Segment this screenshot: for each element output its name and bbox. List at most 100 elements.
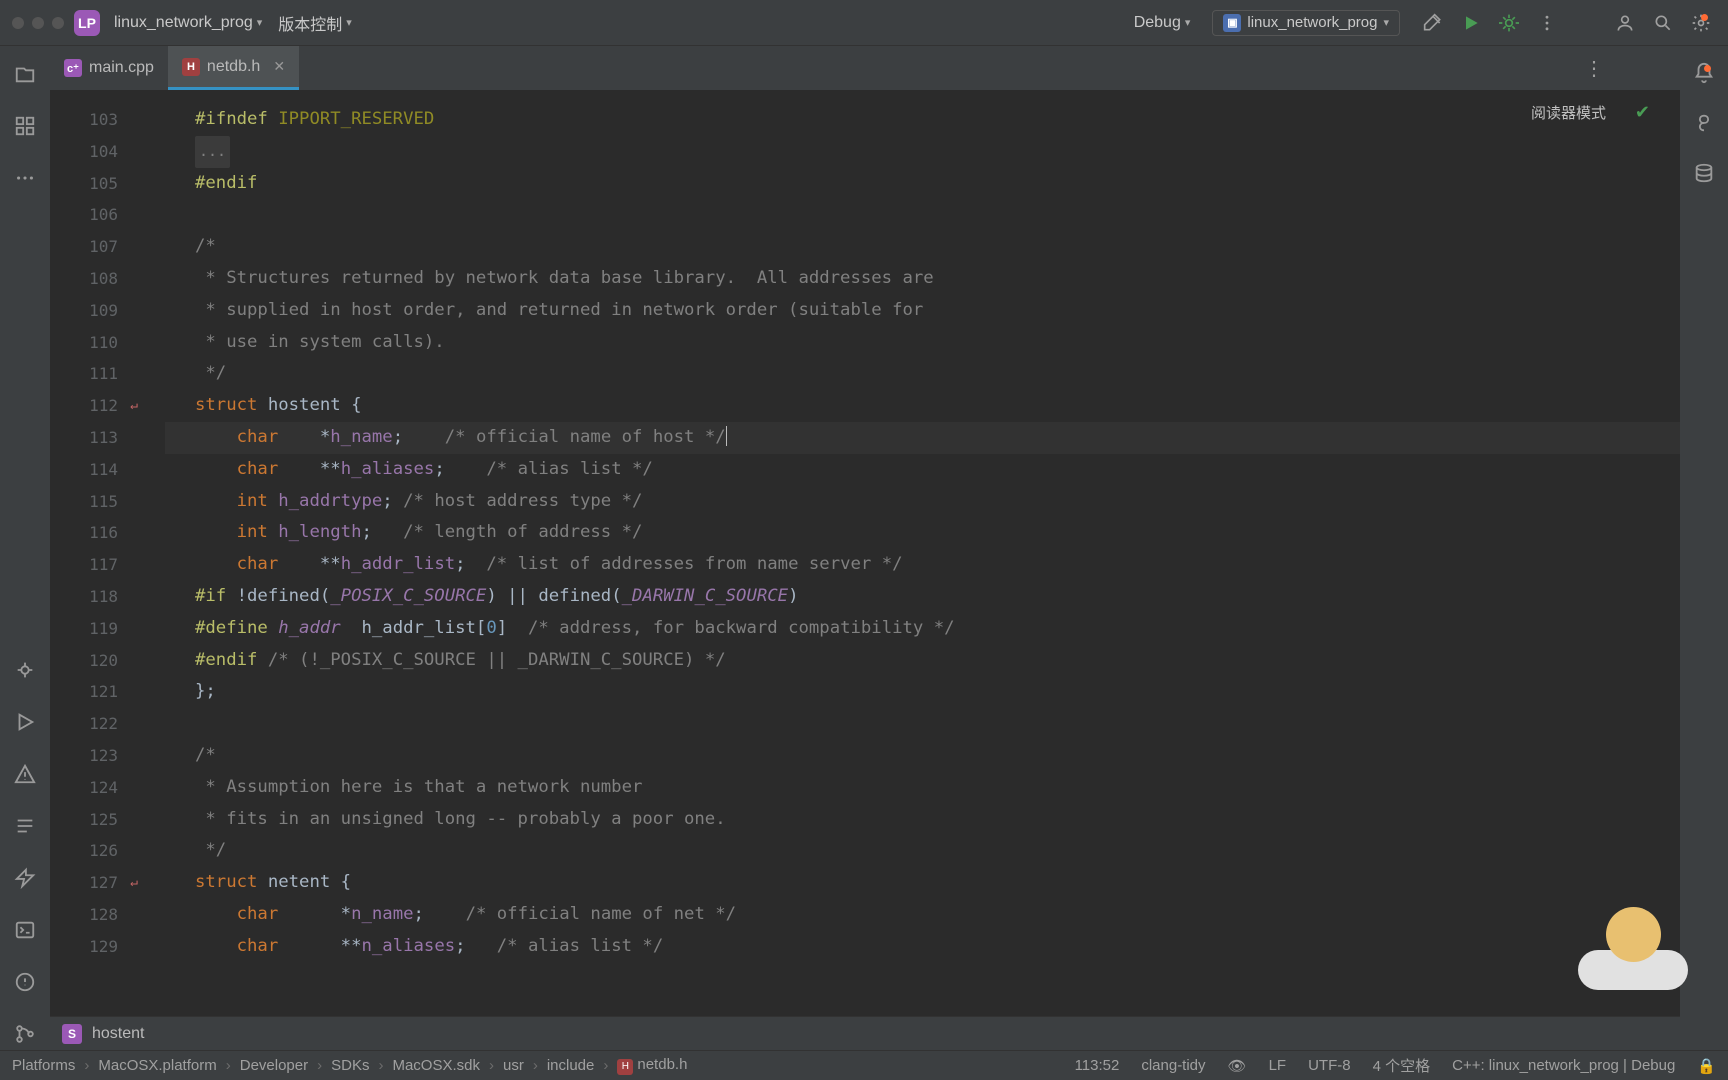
close-window-icon[interactable] (12, 17, 24, 29)
more-menu-icon[interactable] (1528, 8, 1566, 38)
code-line[interactable]: /* (165, 740, 1680, 772)
code-line[interactable]: #define h_addr h_addr_list[0] /* address… (165, 613, 1680, 645)
structure-tool-icon[interactable] (9, 110, 41, 142)
encoding[interactable]: UTF-8 (1308, 1057, 1351, 1074)
run-config-selector[interactable]: ▣ linux_network_prog ▾ (1212, 10, 1400, 36)
code-line[interactable]: */ (165, 358, 1680, 390)
minimize-window-icon[interactable] (32, 17, 44, 29)
crumb-segment[interactable]: SDKs (331, 1057, 369, 1074)
events-tool-icon[interactable] (9, 966, 41, 998)
build-config-selector[interactable]: Debug ▾ (1126, 10, 1199, 36)
code-line[interactable]: struct hostent { (165, 390, 1680, 422)
code-line[interactable]: #ifndef IPPORT_RESERVED (165, 104, 1680, 136)
line-number[interactable]: 107 (50, 231, 140, 263)
code-line[interactable]: #endif (165, 168, 1680, 200)
line-separator[interactable]: LF (1269, 1057, 1287, 1074)
code-line[interactable]: */ (165, 835, 1680, 867)
services-tool-icon[interactable] (9, 862, 41, 894)
code-line[interactable]: char **n_aliases; /* alias list */ (165, 931, 1680, 963)
line-number[interactable]: 124 (50, 772, 140, 804)
caret-position[interactable]: 113:52 (1075, 1057, 1120, 1074)
more-tools-icon[interactable] (9, 162, 41, 194)
line-number[interactable]: 113 (50, 422, 140, 454)
code-editor[interactable]: 阅读器模式 ✔ 10310410510610710810911011111211… (50, 90, 1680, 1020)
line-number[interactable]: 109 (50, 295, 140, 327)
line-number[interactable]: 125 (50, 804, 140, 836)
build-button[interactable] (1414, 8, 1452, 38)
settings-icon[interactable] (1682, 8, 1720, 38)
code-line[interactable] (165, 708, 1680, 740)
breadcrumb[interactable]: Platforms›MacOSX.platform›Developer›SDKs… (12, 1056, 687, 1075)
editor-tab[interactable]: c⁺main.cpp (50, 46, 168, 90)
line-number[interactable]: 120 (50, 645, 140, 677)
line-gutter[interactable]: 1031041051061071081091101111121131141151… (50, 90, 140, 1020)
code-line[interactable]: int h_length; /* length of address */ (165, 517, 1680, 549)
line-number[interactable]: 103 (50, 104, 140, 136)
code-line[interactable]: char **h_addr_list; /* list of addresses… (165, 549, 1680, 581)
close-tab-icon[interactable]: ✕ (267, 58, 285, 75)
code-line[interactable]: * fits in an unsigned long -- probably a… (165, 804, 1680, 836)
run-tool-icon[interactable] (9, 706, 41, 738)
line-number[interactable]: 105 (50, 168, 140, 200)
structure-breadcrumb[interactable]: S hostent (50, 1016, 1680, 1050)
line-number[interactable]: 118 (50, 581, 140, 613)
crumb-segment[interactable]: include (547, 1057, 595, 1074)
code-line[interactable]: }; (165, 676, 1680, 708)
crumb-segment[interactable]: Platforms (12, 1057, 75, 1074)
search-icon[interactable] (1644, 8, 1682, 38)
crumb-segment[interactable]: Developer (240, 1057, 308, 1074)
code-line[interactable]: char **h_aliases; /* alias list */ (165, 454, 1680, 486)
code-line[interactable]: #if !defined(_POSIX_C_SOURCE) || defined… (165, 581, 1680, 613)
code-line[interactable]: #endif /* (!_POSIX_C_SOURCE || _DARWIN_C… (165, 645, 1680, 677)
line-number[interactable]: 116 (50, 517, 140, 549)
account-icon[interactable] (1606, 8, 1644, 38)
line-number[interactable]: 119 (50, 613, 140, 645)
line-number[interactable]: 104 (50, 136, 140, 168)
line-number[interactable]: 115 (50, 486, 140, 518)
code-area[interactable]: #ifndef IPPORT_RESERVED...#endif /* * Str… (165, 90, 1680, 1020)
line-number[interactable]: 106 (50, 199, 140, 231)
project-selector[interactable]: linux_network_prog ▾ (106, 10, 270, 36)
crumb-segment[interactable]: MacOSX.sdk (392, 1057, 480, 1074)
line-number[interactable]: 117 (50, 549, 140, 581)
line-number[interactable]: 123 (50, 740, 140, 772)
readonly-lock-icon[interactable]: 🔒 (1697, 1057, 1716, 1075)
maximize-window-icon[interactable] (52, 17, 64, 29)
run-button[interactable] (1452, 8, 1490, 38)
line-number[interactable]: 129 (50, 931, 140, 963)
code-line[interactable]: /* (165, 231, 1680, 263)
vcs-tool-icon[interactable] (9, 1018, 41, 1050)
code-line[interactable]: * use in system calls). (165, 327, 1680, 359)
ai-assist-icon[interactable] (1689, 108, 1719, 138)
code-line[interactable]: * Structures returned by network data ba… (165, 263, 1680, 295)
code-line[interactable]: char *h_name; /* official name of host *… (165, 422, 1680, 454)
line-number[interactable]: 111 (50, 358, 140, 390)
code-line[interactable]: * Assumption here is that a network numb… (165, 772, 1680, 804)
code-line[interactable] (165, 199, 1680, 231)
line-number[interactable]: 112 (50, 390, 140, 422)
build-context[interactable]: C++: linux_network_prog | Debug (1452, 1057, 1675, 1074)
line-number[interactable]: 128 (50, 899, 140, 931)
crumb-segment[interactable]: usr (503, 1057, 524, 1074)
problems-tool-icon[interactable] (9, 758, 41, 790)
editor-tab[interactable]: Hnetdb.h✕ (168, 46, 299, 90)
debug-tool-icon[interactable] (9, 654, 41, 686)
fold-placeholder[interactable]: ... (195, 136, 230, 168)
line-number[interactable]: 108 (50, 263, 140, 295)
terminal-tool-icon[interactable] (9, 914, 41, 946)
todo-tool-icon[interactable] (9, 810, 41, 842)
vcs-menu[interactable]: 版本控制 ▾ (270, 7, 360, 39)
project-tool-icon[interactable] (9, 58, 41, 90)
linter-name[interactable]: clang-tidy (1141, 1057, 1205, 1074)
tab-overflow-icon[interactable]: ⋮ (1584, 56, 1604, 81)
line-number[interactable]: 127 (50, 867, 140, 899)
debug-button[interactable] (1490, 8, 1528, 38)
indent-setting[interactable]: 4 个空格 (1373, 1055, 1431, 1076)
crumb-segment[interactable]: Hnetdb.h (617, 1056, 687, 1075)
database-tool-icon[interactable] (1689, 158, 1719, 188)
line-number[interactable]: 126 (50, 835, 140, 867)
code-line[interactable]: char *n_name; /* official name of net */ (165, 899, 1680, 931)
notifications-icon[interactable] (1689, 58, 1719, 88)
code-line[interactable]: struct netent { (165, 867, 1680, 899)
line-number[interactable]: 114 (50, 454, 140, 486)
